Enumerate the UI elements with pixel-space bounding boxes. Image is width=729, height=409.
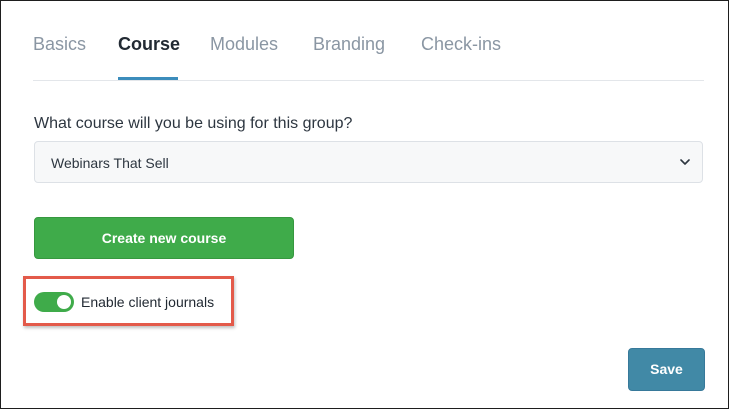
chevron-down-icon [680, 159, 690, 165]
course-question: What course will you be using for this g… [34, 115, 353, 132]
course-select[interactable]: Webinars That Sell [34, 141, 703, 183]
save-button[interactable]: Save [628, 348, 705, 391]
tab-course[interactable]: Course [118, 32, 180, 56]
create-new-course-button[interactable]: Create new course [34, 217, 294, 259]
tab-bar: Basics Course Modules Branding Check-ins [33, 1, 704, 81]
tab-modules[interactable]: Modules [210, 32, 278, 56]
enable-client-journals-label: Enable client journals [81, 294, 215, 310]
tab-branding[interactable]: Branding [313, 32, 385, 56]
course-select-value: Webinars That Sell [51, 155, 169, 171]
settings-panel: Basics Course Modules Branding Check-ins… [0, 0, 729, 409]
tab-basics[interactable]: Basics [33, 32, 86, 56]
active-tab-indicator [118, 77, 178, 80]
toggle-knob [57, 295, 71, 309]
enable-client-journals-toggle[interactable] [34, 292, 74, 312]
tab-check-ins[interactable]: Check-ins [421, 32, 501, 56]
